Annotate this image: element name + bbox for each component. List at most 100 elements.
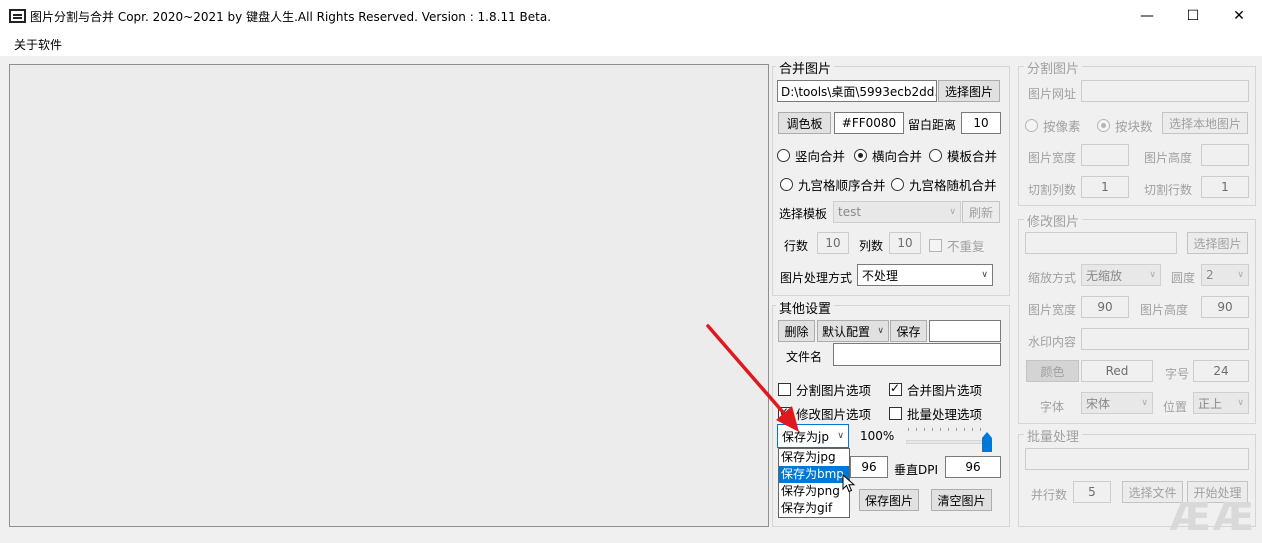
position-select[interactable]: 正上 ∨ [1193, 392, 1249, 414]
filename-input[interactable] [833, 343, 1001, 366]
threads-input[interactable]: 5 [1073, 481, 1111, 503]
margin-input[interactable]: 10 [961, 112, 1001, 134]
chevron-down-icon: ∨ [1237, 270, 1244, 280]
checkbox-indicator [889, 407, 902, 420]
radio-label: 横向合并 [872, 149, 923, 164]
maximize-button[interactable]: ☐ [1170, 0, 1216, 32]
split-rows-input[interactable]: 1 [1201, 176, 1249, 198]
checkbox-label: 批量处理选项 [907, 407, 983, 422]
cols-input[interactable]: 10 [889, 232, 921, 254]
minimize-button[interactable]: — [1124, 0, 1170, 32]
checkbox-indicator [929, 239, 942, 252]
modify-select-image-button[interactable]: 选择图片 [1187, 232, 1248, 254]
select-image-button[interactable]: 选择图片 [938, 80, 1000, 102]
process-value: 不处理 [862, 268, 899, 283]
modify-height-input[interactable]: 90 [1201, 296, 1249, 318]
radio-indicator [1025, 119, 1038, 132]
format-dropdown-list: 保存为jpg 保存为bmp 保存为png 保存为gif [778, 448, 850, 518]
checkbox-label: 合并图片选项 [907, 383, 983, 398]
template-value: test [838, 205, 862, 219]
batch-group-label: 批量处理 [1024, 426, 1083, 445]
watermark-color-input[interactable]: Red [1081, 360, 1153, 382]
font-select[interactable]: 宋体 ∨ [1081, 392, 1153, 414]
modify-height-label: 图片高度 [1140, 303, 1189, 317]
position-value: 正上 [1198, 396, 1223, 411]
watermark-input[interactable] [1081, 328, 1249, 350]
close-button[interactable]: ✕ [1216, 0, 1262, 32]
rows-input[interactable]: 10 [817, 232, 849, 254]
radio-indicator [1097, 119, 1110, 132]
merge-path-input[interactable]: D:\tools\桌面\5993ecb2dd. [777, 80, 937, 102]
roundness-select[interactable]: 2 ∨ [1201, 264, 1249, 286]
palette-button[interactable]: 调色板 [778, 112, 831, 134]
format-option-jpg[interactable]: 保存为jpg [779, 449, 849, 466]
window-title: 图片分割与合并 Copr. 2020~2021 by 键盘人生.All Righ… [30, 10, 552, 24]
radio-grid-random[interactable]: 九宫格随机合并 [891, 175, 997, 194]
radio-label: 按块数 [1115, 119, 1153, 134]
radio-indicator [777, 149, 790, 162]
image-url-input[interactable] [1081, 80, 1249, 102]
radio-horizontal-merge[interactable]: 横向合并 [854, 146, 922, 165]
batch-options-checkbox[interactable]: 批量处理选项 [889, 404, 982, 423]
other-settings-label: 其他设置 [776, 298, 835, 317]
split-height-input[interactable] [1201, 144, 1249, 166]
modify-path-input[interactable] [1025, 232, 1177, 254]
format-option-bmp[interactable]: 保存为bmp [779, 466, 849, 483]
threads-label: 并行数 [1031, 488, 1068, 502]
modify-width-input[interactable]: 90 [1081, 296, 1129, 318]
quality-slider-track[interactable] [906, 440, 992, 444]
batch-path-input[interactable] [1025, 448, 1249, 470]
watermark-label: 水印内容 [1028, 335, 1077, 349]
radio-by-pixel[interactable]: 按像素 [1025, 116, 1081, 135]
split-width-input[interactable] [1081, 144, 1129, 166]
template-label: 选择模板 [779, 207, 828, 221]
radio-by-count[interactable]: 按块数 [1097, 116, 1153, 135]
menu-about[interactable]: 关于软件 [14, 36, 62, 53]
radio-grid-sequential[interactable]: 九宫格顺序合并 [780, 175, 886, 194]
vertical-dpi-input[interactable]: 96 [945, 456, 1001, 478]
scale-select[interactable]: 无缩放 ∨ [1081, 264, 1161, 286]
save-config-button[interactable]: 保存 [890, 320, 927, 342]
radio-label: 竖向合并 [795, 149, 846, 164]
checkbox-label: 不重复 [947, 239, 985, 254]
font-label: 字体 [1040, 400, 1065, 414]
split-rows-label: 切割行数 [1144, 183, 1193, 197]
split-cols-input[interactable]: 1 [1081, 176, 1129, 198]
app-icon [9, 9, 26, 23]
merge-options-checkbox[interactable]: 合并图片选项 [889, 380, 982, 399]
image-url-label: 图片网址 [1028, 87, 1077, 101]
scale-value: 无缩放 [1086, 268, 1123, 283]
no-repeat-checkbox[interactable]: 不重复 [929, 236, 985, 255]
image-canvas[interactable] [9, 64, 769, 527]
scale-label: 缩放方式 [1028, 271, 1077, 285]
save-image-button[interactable]: 保存图片 [859, 489, 919, 511]
color-value-input[interactable]: #FF0080 [834, 112, 904, 134]
chevron-down-icon: ∨ [837, 431, 844, 441]
font-size-input[interactable]: 24 [1193, 360, 1249, 382]
refresh-button[interactable]: 刷新 [962, 201, 1000, 223]
split-cols-label: 切割列数 [1028, 183, 1077, 197]
font-size-label: 字号 [1165, 367, 1190, 381]
radio-template-merge[interactable]: 模板合并 [929, 146, 997, 165]
process-label: 图片处理方式 [780, 271, 853, 285]
process-select[interactable]: 不处理 ∨ [857, 264, 993, 286]
clear-image-button[interactable]: 清空图片 [931, 489, 992, 511]
select-local-image-button[interactable]: 选择本地图片 [1162, 112, 1248, 134]
position-label: 位置 [1163, 400, 1188, 414]
rows-label: 行数 [784, 239, 809, 253]
modify-width-label: 图片宽度 [1028, 303, 1077, 317]
config-name-input[interactable] [929, 320, 1001, 342]
format-option-png[interactable]: 保存为png [779, 483, 849, 500]
config-select[interactable]: 默认配置 ∨ [817, 320, 889, 342]
checkbox-indicator [889, 381, 902, 396]
radio-label: 按像素 [1043, 119, 1081, 134]
template-select[interactable]: test ∨ [833, 201, 961, 223]
format-option-gif[interactable]: 保存为gif [779, 500, 849, 517]
margin-label: 留白距离 [908, 118, 957, 132]
menu-bar [0, 32, 1262, 56]
color-button[interactable]: 颜色 [1026, 360, 1079, 382]
radio-vertical-merge[interactable]: 竖向合并 [777, 146, 845, 165]
chevron-down-icon: ∨ [981, 270, 988, 280]
split-group-label: 分割图片 [1024, 58, 1083, 77]
radio-label: 模板合并 [947, 149, 998, 164]
